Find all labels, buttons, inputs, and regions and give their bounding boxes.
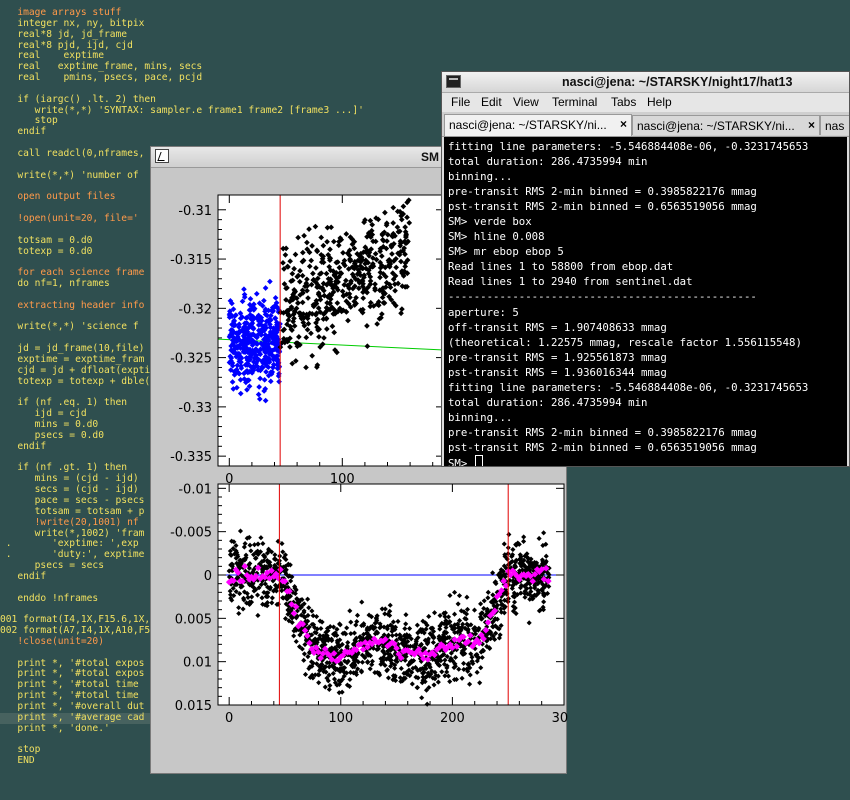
terminal-line: binning...	[448, 410, 513, 424]
terminal-tab-1[interactable]: nasci@jena: ~/STARSKY/ni... ×	[444, 114, 632, 136]
plot-area	[218, 484, 564, 705]
terminal-icon[interactable]	[446, 75, 461, 88]
x-tick-label: 300	[552, 711, 568, 726]
terminal-line: Read lines 1 to 58800 from ebop.dat	[448, 260, 674, 274]
y-tick-label: -0.33	[178, 401, 212, 416]
menu-terminal[interactable]: Terminal	[552, 95, 597, 109]
terminal-line: off-transit RMS = 1.907408633 mmag	[448, 320, 667, 334]
menu-file[interactable]: File	[451, 95, 470, 109]
y-tick-label: -0.335	[170, 450, 212, 465]
x-tick-label: 200	[440, 711, 465, 726]
code-line: endif	[0, 126, 47, 138]
terminal-line: SM> verde box	[448, 215, 532, 229]
terminal-line: SM> mr ebop ebop 5	[448, 245, 564, 259]
terminal-output[interactable]: fitting line parameters: -5.546884408e-0…	[444, 137, 847, 466]
y-tick-label: -0.325	[170, 352, 212, 367]
terminal-line: (theoretical: 1.22575 mmag, rescale fact…	[448, 335, 802, 349]
code-line: stop	[0, 115, 58, 127]
terminal-menubar: File Edit View Terminal Tabs Help	[442, 93, 849, 112]
terminal-line: SM>	[448, 454, 847, 466]
y-tick-label: -0.005	[170, 526, 212, 541]
tab-label: nas	[825, 119, 845, 133]
terminal-line: aperture: 5	[448, 305, 519, 319]
y-tick-label: -0.315	[170, 253, 212, 268]
terminal-tabbar: nasci@jena: ~/STARSKY/ni... × nasci@jena…	[442, 112, 849, 137]
terminal-tab-3[interactable]: nas	[820, 115, 849, 135]
terminal-tab-2[interactable]: nasci@jena: ~/STARSKY/ni... ×	[632, 115, 820, 135]
code-line: real pmins, psecs, pace, pcjd	[0, 72, 203, 84]
x-tick-label: 100	[328, 711, 353, 726]
terminal-line: fitting line parameters: -5.546884408e-0…	[448, 380, 809, 394]
y-tick-label: 0	[204, 569, 212, 584]
terminal-line: pst-transit RMS = 1.936016344 mmag	[448, 365, 667, 379]
y-tick-label: -0.32	[178, 302, 212, 317]
terminal-title: nasci@jena: ~/STARSKY/night17/hat13	[562, 75, 793, 89]
terminal-lines: fitting line parameters: -5.546884408e-0…	[444, 137, 847, 466]
terminal-line: Read lines 1 to 2940 from sentinel.dat	[448, 275, 693, 289]
x-tick-label: 0	[225, 711, 233, 726]
y-tick-label: 0.015	[175, 699, 212, 714]
tab-close-icon[interactable]: ×	[808, 118, 815, 132]
y-tick-label: 0.01	[183, 656, 212, 671]
terminal-line: pre-transit RMS 2-min binned = 0.3985822…	[448, 185, 757, 199]
plot-area	[218, 195, 444, 466]
tab-label: nasci@jena: ~/STARSKY/ni...	[637, 119, 795, 133]
terminal-line: fitting line parameters: -5.546884408e-0…	[448, 140, 809, 153]
terminal-cursor	[474, 454, 483, 466]
menu-tabs[interactable]: Tabs	[611, 95, 636, 109]
terminal-line: binning...	[448, 170, 513, 184]
terminal-line: pst-transit RMS 2-min binned = 0.6563519…	[448, 440, 757, 454]
menu-edit[interactable]: Edit	[481, 95, 502, 109]
menu-view[interactable]: View	[513, 95, 539, 109]
terminal-line: total duration: 286.4735994 min	[448, 155, 648, 169]
code-line: real*8 jd, jd_frame	[0, 28, 128, 40]
terminal-line: pst-transit RMS 2-min binned = 0.6563519…	[448, 200, 757, 214]
menu-help[interactable]: Help	[647, 95, 672, 109]
tab-close-icon[interactable]: ×	[620, 117, 627, 131]
terminal-line: SM> hline 0.008	[448, 230, 545, 244]
terminal-title-bar[interactable]: nasci@jena: ~/STARSKY/night17/hat13	[442, 72, 849, 93]
terminal-line: pre-transit RMS = 1.925561873 mmag	[448, 350, 667, 364]
terminal-line: pre-transit RMS 2-min binned = 0.3985822…	[448, 425, 757, 439]
code-line: if (iargc() .lt. 2) then	[0, 93, 156, 105]
y-tick-label: 0.005	[175, 612, 212, 627]
y-tick-label: -0.31	[178, 204, 212, 219]
terminal-window[interactable]: nasci@jena: ~/STARSKY/night17/hat13 File…	[441, 71, 850, 467]
terminal-line: total duration: 286.4735994 min	[448, 395, 648, 409]
y-tick-label: -0.01	[178, 482, 212, 497]
tab-label: nasci@jena: ~/STARSKY/ni...	[449, 118, 607, 132]
terminal-line: ----------------------------------------…	[448, 290, 757, 304]
